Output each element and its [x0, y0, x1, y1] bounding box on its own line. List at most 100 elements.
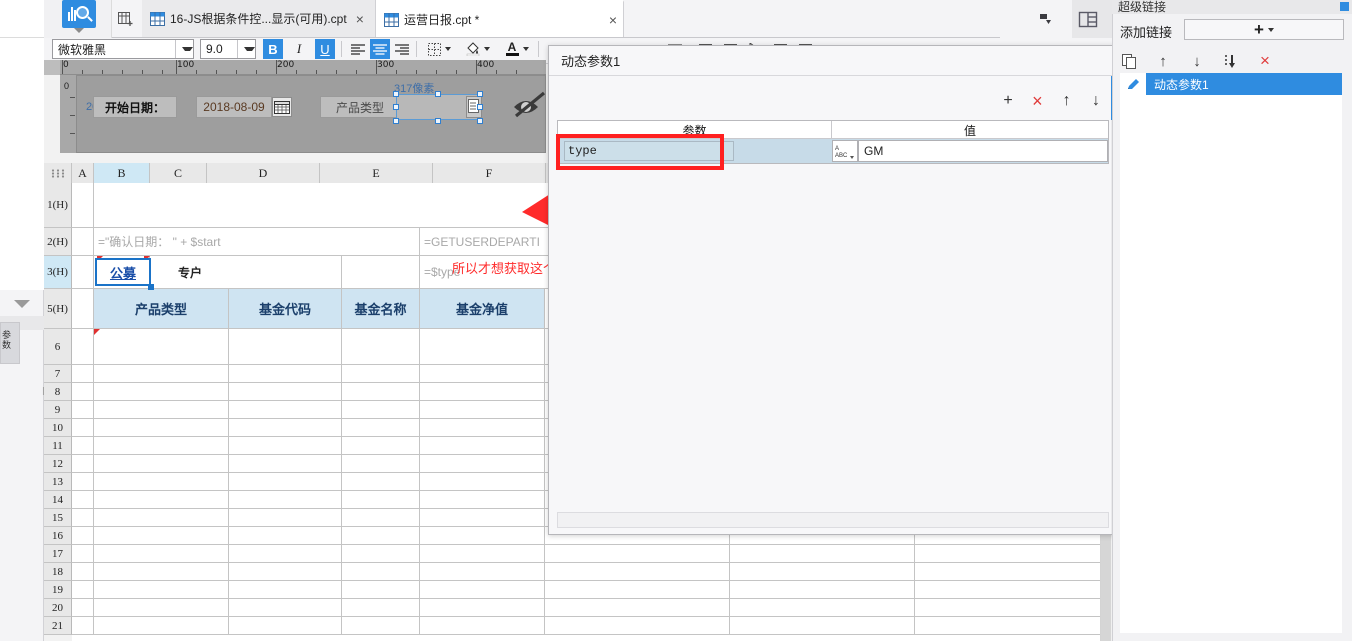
- bottom-resize-grip[interactable]: [44, 627, 50, 641]
- table-row-cell[interactable]: [342, 617, 420, 635]
- table-row-cell[interactable]: [420, 617, 545, 635]
- table-row-cell[interactable]: [342, 401, 420, 419]
- table-row-cell[interactable]: [94, 473, 229, 491]
- table-row-cell[interactable]: [229, 419, 342, 437]
- cell-e6[interactable]: [420, 329, 545, 365]
- cell-a1[interactable]: [72, 183, 94, 228]
- table-row-cell[interactable]: [420, 527, 545, 545]
- parameter-value-input[interactable]: GM: [858, 140, 1108, 162]
- row-header[interactable]: 1(H): [44, 183, 72, 228]
- fill-color-button[interactable]: [463, 39, 483, 59]
- row-header[interactable]: 20: [44, 599, 72, 617]
- table-row-cell[interactable]: [94, 491, 229, 509]
- table-row-cell[interactable]: [94, 419, 229, 437]
- cell-e5[interactable]: 基金净值: [420, 289, 545, 329]
- start-date-label-widget[interactable]: 开始日期：: [93, 96, 177, 118]
- table-row-cell[interactable]: [545, 563, 730, 581]
- cell-b5[interactable]: 产品类型: [94, 289, 229, 329]
- table-row-cell[interactable]: [72, 437, 94, 455]
- table-row-cell[interactable]: [229, 401, 342, 419]
- table-row-cell[interactable]: [94, 527, 229, 545]
- align-left-button[interactable]: [348, 39, 368, 59]
- row-header[interactable]: 13: [44, 473, 72, 491]
- column-header-a[interactable]: A: [72, 163, 94, 183]
- move-down-button[interactable]: ↓: [1188, 52, 1206, 70]
- table-row-cell[interactable]: [72, 455, 94, 473]
- move-down-button[interactable]: ↓: [1085, 90, 1107, 112]
- column-header-f[interactable]: F: [433, 163, 546, 183]
- table-row-cell[interactable]: [229, 509, 342, 527]
- add-parameter-button[interactable]: +: [997, 90, 1019, 112]
- table-row-cell[interactable]: [342, 383, 420, 401]
- cell-a2[interactable]: [72, 228, 94, 256]
- table-row-cell[interactable]: [730, 599, 915, 617]
- table-row-cell[interactable]: [229, 383, 342, 401]
- move-up-button[interactable]: ↑: [1056, 90, 1078, 112]
- table-row-cell[interactable]: [420, 365, 545, 383]
- table-row-cell[interactable]: [342, 581, 420, 599]
- table-row-cell[interactable]: [545, 599, 730, 617]
- cell-a6[interactable]: [72, 329, 94, 365]
- start-date-input-widget[interactable]: 2018-08-09: [196, 96, 272, 118]
- row-header[interactable]: 18: [44, 563, 72, 581]
- preview-chart-icon[interactable]: [62, 0, 96, 28]
- table-row-cell[interactable]: [229, 581, 342, 599]
- bold-button[interactable]: B: [263, 39, 283, 59]
- align-center-button[interactable]: [370, 39, 390, 59]
- abc-type-icon[interactable]: A ABC: [832, 140, 858, 162]
- border-button[interactable]: [424, 39, 444, 59]
- row-header[interactable]: 6: [44, 329, 72, 365]
- table-row-cell[interactable]: [420, 599, 545, 617]
- font-family-select[interactable]: 微软雅黑: [52, 39, 194, 59]
- table-row-cell[interactable]: [545, 545, 730, 563]
- copy-icon[interactable]: [1120, 52, 1138, 70]
- sheet-scroll-thumb[interactable]: [1101, 535, 1111, 641]
- border-dropdown[interactable]: [443, 39, 453, 59]
- table-row-cell[interactable]: [420, 545, 545, 563]
- delete-parameter-button[interactable]: ×: [1026, 90, 1048, 112]
- calendar-icon[interactable]: [272, 97, 292, 117]
- table-row-cell[interactable]: [420, 401, 545, 419]
- column-header-b[interactable]: B: [94, 163, 150, 183]
- table-row-cell[interactable]: [420, 383, 545, 401]
- table-row-cell[interactable]: [342, 509, 420, 527]
- caret-down-icon[interactable]: [14, 300, 30, 308]
- preview-dropdown-caret-icon[interactable]: [74, 28, 84, 33]
- add-link-button[interactable]: +: [1184, 19, 1344, 40]
- cell-c6[interactable]: [229, 329, 342, 365]
- table-row-cell[interactable]: [915, 545, 1112, 563]
- table-row-cell[interactable]: [94, 365, 229, 383]
- table-row-cell[interactable]: [94, 437, 229, 455]
- tab-close-icon[interactable]: ×: [605, 13, 617, 27]
- table-row-cell[interactable]: [72, 527, 94, 545]
- row-header[interactable]: 16: [44, 527, 72, 545]
- list-item[interactable]: 动态参数1: [1120, 73, 1342, 95]
- table-row-cell[interactable]: [915, 617, 1112, 635]
- chevron-down-icon[interactable]: [175, 40, 193, 58]
- hyperlink-list[interactable]: 动态参数1: [1120, 73, 1342, 633]
- table-row-cell[interactable]: [342, 437, 420, 455]
- cell-b6[interactable]: [94, 329, 229, 365]
- tab-item[interactable]: 运营日报.cpt * ×: [376, 0, 624, 37]
- cell-d5[interactable]: 基金名称: [342, 289, 420, 329]
- row-header[interactable]: 19: [44, 581, 72, 599]
- table-row-cell[interactable]: [94, 581, 229, 599]
- table-row-cell[interactable]: [342, 365, 420, 383]
- table-row-cell[interactable]: [420, 419, 545, 437]
- table-row-cell[interactable]: [94, 509, 229, 527]
- table-row-cell[interactable]: [72, 473, 94, 491]
- row-header[interactable]: 12: [44, 455, 72, 473]
- row-header[interactable]: 15: [44, 509, 72, 527]
- row-header[interactable]: 10: [44, 419, 72, 437]
- table-row-cell[interactable]: [94, 401, 229, 419]
- table-row-cell[interactable]: [730, 563, 915, 581]
- table-row-cell[interactable]: [420, 455, 545, 473]
- table-row-cell[interactable]: [72, 581, 94, 599]
- table-row-cell[interactable]: [229, 599, 342, 617]
- table-row-cell[interactable]: [342, 563, 420, 581]
- product-type-label-widget[interactable]: 产品类型: [320, 96, 400, 118]
- font-size-select[interactable]: 9.0: [200, 39, 256, 59]
- table-row-cell[interactable]: [915, 581, 1112, 599]
- cell-c5[interactable]: 基金代码: [229, 289, 342, 329]
- table-row-cell[interactable]: [72, 545, 94, 563]
